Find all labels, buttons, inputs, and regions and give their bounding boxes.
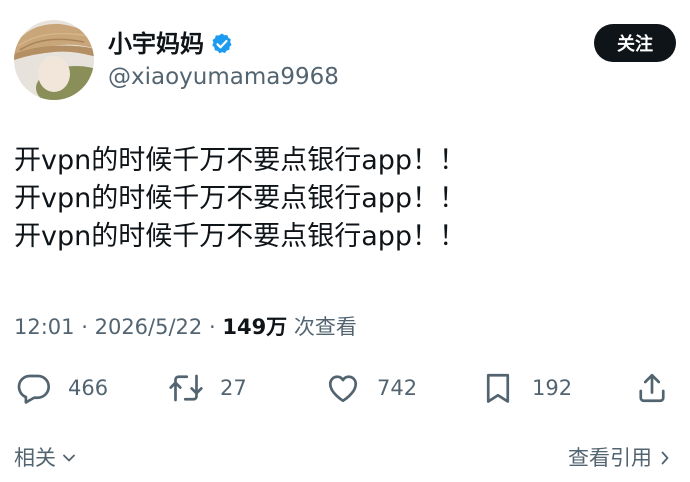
reply-icon: [16, 370, 52, 406]
view-quotes-link[interactable]: 查看引用: [568, 440, 674, 476]
like-button[interactable]: 742: [325, 368, 417, 408]
reply-button[interactable]: 466: [16, 368, 108, 408]
bookmark-count: 192: [532, 376, 573, 400]
verified-badge-icon: [210, 32, 234, 56]
related-label: 相关: [14, 446, 56, 470]
post-text-line: 开vpn的时候千万不要点银行app！！: [14, 145, 467, 176]
post-date[interactable]: 2026/5/22: [95, 315, 203, 339]
post-text-line: 开vpn的时候千万不要点银行app！！: [14, 221, 467, 252]
repost-count: 27: [220, 376, 247, 400]
post-text: 开vpn的时候千万不要点银行app！！ 开vpn的时候千万不要点银行app！！ …: [14, 142, 674, 256]
related-toggle[interactable]: 相关: [14, 440, 78, 476]
meta-separator: ·: [81, 315, 88, 339]
heart-icon: [325, 370, 361, 406]
share-button[interactable]: [634, 368, 670, 408]
follow-button[interactable]: 关注: [594, 24, 676, 62]
views-label: 次查看: [293, 315, 357, 339]
post-meta: 12:01 · 2026/5/22 · 149万 次查看: [14, 310, 357, 344]
repost-button[interactable]: 27: [168, 368, 247, 408]
bookmark-icon: [480, 370, 516, 406]
post-header: 小宇妈妈 @xiaoyumama9968 关注: [14, 20, 676, 100]
chevron-right-icon: [652, 449, 674, 467]
bookmark-button[interactable]: 192: [480, 368, 572, 408]
post-text-line: 开vpn的时候千万不要点银行app！！: [14, 183, 467, 214]
post-time[interactable]: 12:01: [14, 315, 75, 339]
share-icon: [634, 370, 670, 406]
meta-separator: ·: [208, 315, 216, 339]
post-footer: 相关 查看引用: [14, 440, 674, 476]
author-names: 小宇妈妈 @xiaoyumama9968: [108, 28, 339, 94]
display-name[interactable]: 小宇妈妈: [108, 28, 204, 60]
like-count: 742: [377, 376, 418, 400]
avatar[interactable]: [14, 20, 94, 100]
quotes-label: 查看引用: [568, 446, 652, 470]
display-name-row: 小宇妈妈: [108, 28, 339, 60]
repost-icon: [168, 370, 204, 406]
reply-count: 466: [68, 376, 109, 400]
views-count[interactable]: 149万: [222, 315, 287, 339]
handle[interactable]: @xiaoyumama9968: [108, 60, 339, 94]
action-bar: 466 27 742 192: [14, 368, 674, 408]
chevron-down-icon: [56, 449, 78, 467]
